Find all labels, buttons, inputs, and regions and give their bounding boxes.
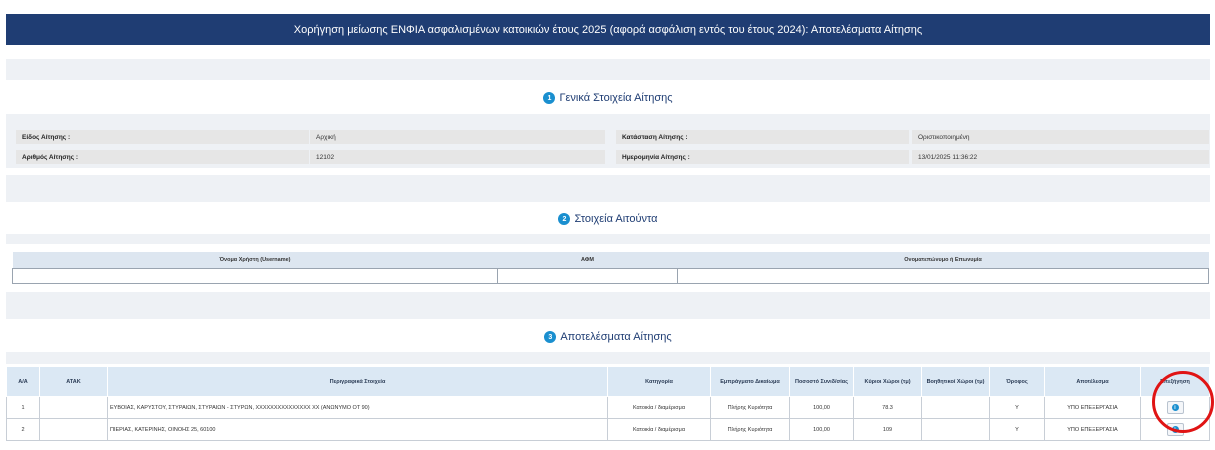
column-header: Όνομα Χρήστη (Username) [12, 252, 498, 268]
date-value: 13/01/2025 11:36:22 [912, 150, 1209, 164]
section-spacer [6, 59, 1210, 80]
section-number-badge: 1 [543, 92, 556, 104]
section-number-badge: 2 [558, 213, 571, 225]
category-cell: Κατοικία / διαμέρισμα [607, 418, 711, 441]
aux-area-cell [921, 418, 990, 441]
floor-cell: Υ [989, 418, 1045, 441]
section-divider [6, 234, 1210, 244]
type-label: Είδος Αίτησης : [16, 130, 309, 144]
column-header: Α/Α [6, 366, 40, 397]
explanation-cell: i [1140, 396, 1210, 419]
section-title-text: Αποτελέσματα Αίτησης [560, 331, 672, 343]
aa-cell: 1 [6, 396, 40, 419]
result-cell: ΥΠΟ ΕΠΕΞΕΡΓΑΣΙΑ [1044, 396, 1141, 419]
column-header: Επεξήγηση [1140, 366, 1210, 397]
column-header: Κύριοι Χώροι (τμ) [853, 366, 922, 397]
section-number-badge: 3 [544, 331, 557, 343]
column-header: Ποσοστό Συνιδ/σίας [789, 366, 854, 397]
status-value: Οριστικοποιημένη [912, 130, 1209, 144]
explanation-cell: i [1140, 418, 1210, 441]
category-cell: Κατοικία / διαμέρισμα [607, 396, 711, 419]
percent-cell: 100,00 [789, 396, 854, 419]
section-title-text: Γενικά Στοιχεία Αίτησης [559, 92, 673, 104]
percent-cell: 100,00 [789, 418, 854, 441]
column-header: Εμπράγματο Δικαίωμα [710, 366, 790, 397]
section-spacer [6, 175, 1210, 202]
section-title-text: Στοιχεία Αιτούντα [574, 213, 658, 225]
column-header: Όροφος [989, 366, 1045, 397]
info-button[interactable]: i [1166, 401, 1184, 414]
type-value: Αρχική [310, 130, 605, 144]
aa-cell: 2 [6, 418, 40, 441]
section-divider [6, 114, 1210, 124]
column-header: Βοηθητικοί Χώροι (τμ) [921, 366, 990, 397]
result-cell: ΥΠΟ ΕΠΕΞΕΡΓΑΣΙΑ [1044, 418, 1141, 441]
atak-cell [39, 396, 108, 419]
description-cell: ΕΥΒΟΙΑΣ, ΚΑΡΥΣΤΟΥ, ΣΤΥΡΑΙΩΝ, ΣΤΥΡΑΙΩΝ - … [107, 396, 608, 419]
column-header: Ονοματεπώνυμο ή Επωνυμία [677, 252, 1209, 268]
results-table: Α/Α ΑΤΑΚ Περιγραφικά Στοιχεία Κατηγορία … [6, 366, 1210, 441]
section-1-title: 1 Γενικά Στοιχεία Αίτησης [6, 89, 1210, 107]
floor-cell: Υ [989, 396, 1045, 419]
number-label: Αριθμός Αίτησης : [16, 150, 309, 164]
table-row: 1 ΕΥΒΟΙΑΣ, ΚΑΡΥΣΤΟΥ, ΣΤΥΡΑΙΩΝ, ΣΤΥΡΑΙΩΝ … [6, 396, 1210, 419]
section-spacer [6, 292, 1210, 319]
section-3-title: 3 Αποτελέσματα Αίτησης [6, 328, 1210, 346]
right-cell: Πλήρης Κυριότητα [710, 396, 790, 419]
info-icon: i [1171, 404, 1179, 411]
section-2-title: 2 Στοιχεία Αιτούντα [6, 210, 1210, 228]
info-button[interactable]: i [1166, 423, 1184, 436]
page-title: Χορήγηση μείωσης ΕΝΦΙΑ ασφαλισμένων κατο… [293, 23, 923, 36]
page-header: Χορήγηση μείωσης ΕΝΦΙΑ ασφαλισμένων κατο… [6, 14, 1210, 45]
status-label: Κατάσταση Αίτησης : [616, 130, 909, 144]
applicant-table: Όνομα Χρήστη (Username) ΑΦΜ Ονοματεπώνυμ… [12, 252, 1209, 284]
main-area-cell: 78.3 [853, 396, 922, 419]
fullname-cell [677, 267, 1209, 284]
main-area-cell: 109 [853, 418, 922, 441]
column-header: Περιγραφικά Στοιχεία [107, 366, 608, 397]
column-header: Κατηγορία [607, 366, 711, 397]
number-value: 12102 [310, 150, 605, 164]
info-icon: i [1171, 426, 1179, 433]
table-row: 2 ΠΙΕΡΙΑΣ, ΚΑΤΕΡΙΝΗΣ, ΟΙΝΟΗΣ 25, 60100 Κ… [6, 418, 1210, 441]
date-label: Ημερομηνία Αίτησης : [616, 150, 909, 164]
section-divider [6, 352, 1210, 364]
column-header: ΑΤΑΚ [39, 366, 108, 397]
table-row [12, 267, 1209, 284]
aux-area-cell [921, 396, 990, 419]
description-cell: ΠΙΕΡΙΑΣ, ΚΑΤΕΡΙΝΗΣ, ΟΙΝΟΗΣ 25, 60100 [107, 418, 608, 441]
username-cell [12, 267, 498, 284]
afm-cell [497, 267, 678, 284]
column-header: ΑΦΜ [497, 252, 678, 268]
right-cell: Πλήρης Κυριότητα [710, 418, 790, 441]
atak-cell [39, 418, 108, 441]
column-header: Αποτέλεσμα [1044, 366, 1141, 397]
